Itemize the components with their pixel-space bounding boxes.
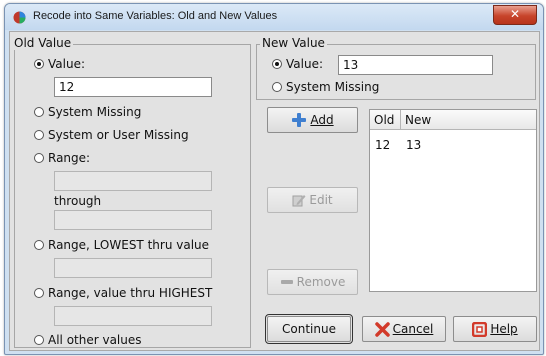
radio-indicator [34,240,44,250]
edit-button[interactable]: Edit [267,187,358,213]
radio-indicator [34,130,44,140]
remove-button-label: Remove [296,275,346,289]
range-highest-label: Range, value thru HIGHEST [48,286,213,300]
range-from-input[interactable] [54,171,212,191]
add-button[interactable]: Add [267,107,358,133]
range-lowest-radio[interactable]: Range, LOWEST thru value [34,238,209,252]
old-system-missing-radio[interactable]: System Missing [34,105,141,119]
radio-indicator [34,59,44,69]
column-header-new[interactable]: New [401,110,536,130]
new-value-radio[interactable]: Value: [272,57,323,71]
old-new-list[interactable]: Old New 12 13 [369,109,537,292]
system-or-user-missing-label: System or User Missing [48,128,189,142]
radio-indicator [272,82,282,92]
spss-app-icon [13,11,26,24]
pencil-icon [292,195,306,207]
close-button[interactable]: ✕ [493,5,537,25]
x-icon [374,321,390,337]
through-label: through [54,194,102,208]
old-system-missing-label: System Missing [48,105,142,119]
old-value-legend: Old Value [12,36,74,50]
radio-indicator [272,59,282,69]
help-button[interactable]: Help [453,316,537,342]
old-value-input[interactable]: 12 [54,77,212,97]
title-bar: Recode into Same Variables: Old and New … [5,4,543,30]
lifebuoy-icon [472,321,488,337]
range-highest-input[interactable] [54,306,212,326]
list-item-old: 12 [375,138,391,152]
remove-button[interactable]: Remove [267,269,358,295]
all-other-values-radio[interactable]: All other values [34,333,142,347]
range-lowest-input[interactable] [54,258,212,278]
range-highest-radio[interactable]: Range, value thru HIGHEST [34,286,212,300]
new-system-missing-label: System Missing [286,80,380,94]
new-value-input[interactable]: 13 [338,55,493,75]
new-value-legend: New Value [260,36,327,50]
edit-button-label: Edit [309,193,333,207]
dialog-window: Recode into Same Variables: Old and New … [4,3,544,355]
radio-indicator [34,153,44,163]
cancel-button[interactable]: Cancel [362,316,446,342]
radio-indicator [34,107,44,117]
range-radio[interactable]: Range: [34,151,90,165]
system-or-user-missing-radio[interactable]: System or User Missing [34,128,189,142]
minus-icon [280,280,293,284]
old-value-radio[interactable]: Value: [34,57,85,71]
cancel-button-label: Cancel [392,322,434,336]
new-value-radio-label: Value: [286,57,323,71]
range-label: Range: [48,151,91,165]
continue-button[interactable]: Continue [265,314,353,344]
help-button-label: Help [490,322,518,336]
window-title: Recode into Same Variables: Old and New … [33,10,278,22]
radio-indicator [34,288,44,298]
old-value-radio-label: Value: [48,57,85,71]
range-lowest-label: Range, LOWEST thru value [48,238,210,252]
plus-icon [292,113,307,127]
list-item-new: 13 [406,138,422,152]
add-button-label: Add [310,113,334,127]
all-other-values-label: All other values [48,333,142,347]
column-header-old[interactable]: Old [370,110,401,130]
radio-indicator [34,335,44,345]
dialog-body: Old Value Value: 12 System Missing Syste… [9,31,540,351]
continue-button-label: Continue [282,322,336,336]
new-system-missing-radio[interactable]: System Missing [272,80,379,94]
range-to-input[interactable] [54,210,212,230]
